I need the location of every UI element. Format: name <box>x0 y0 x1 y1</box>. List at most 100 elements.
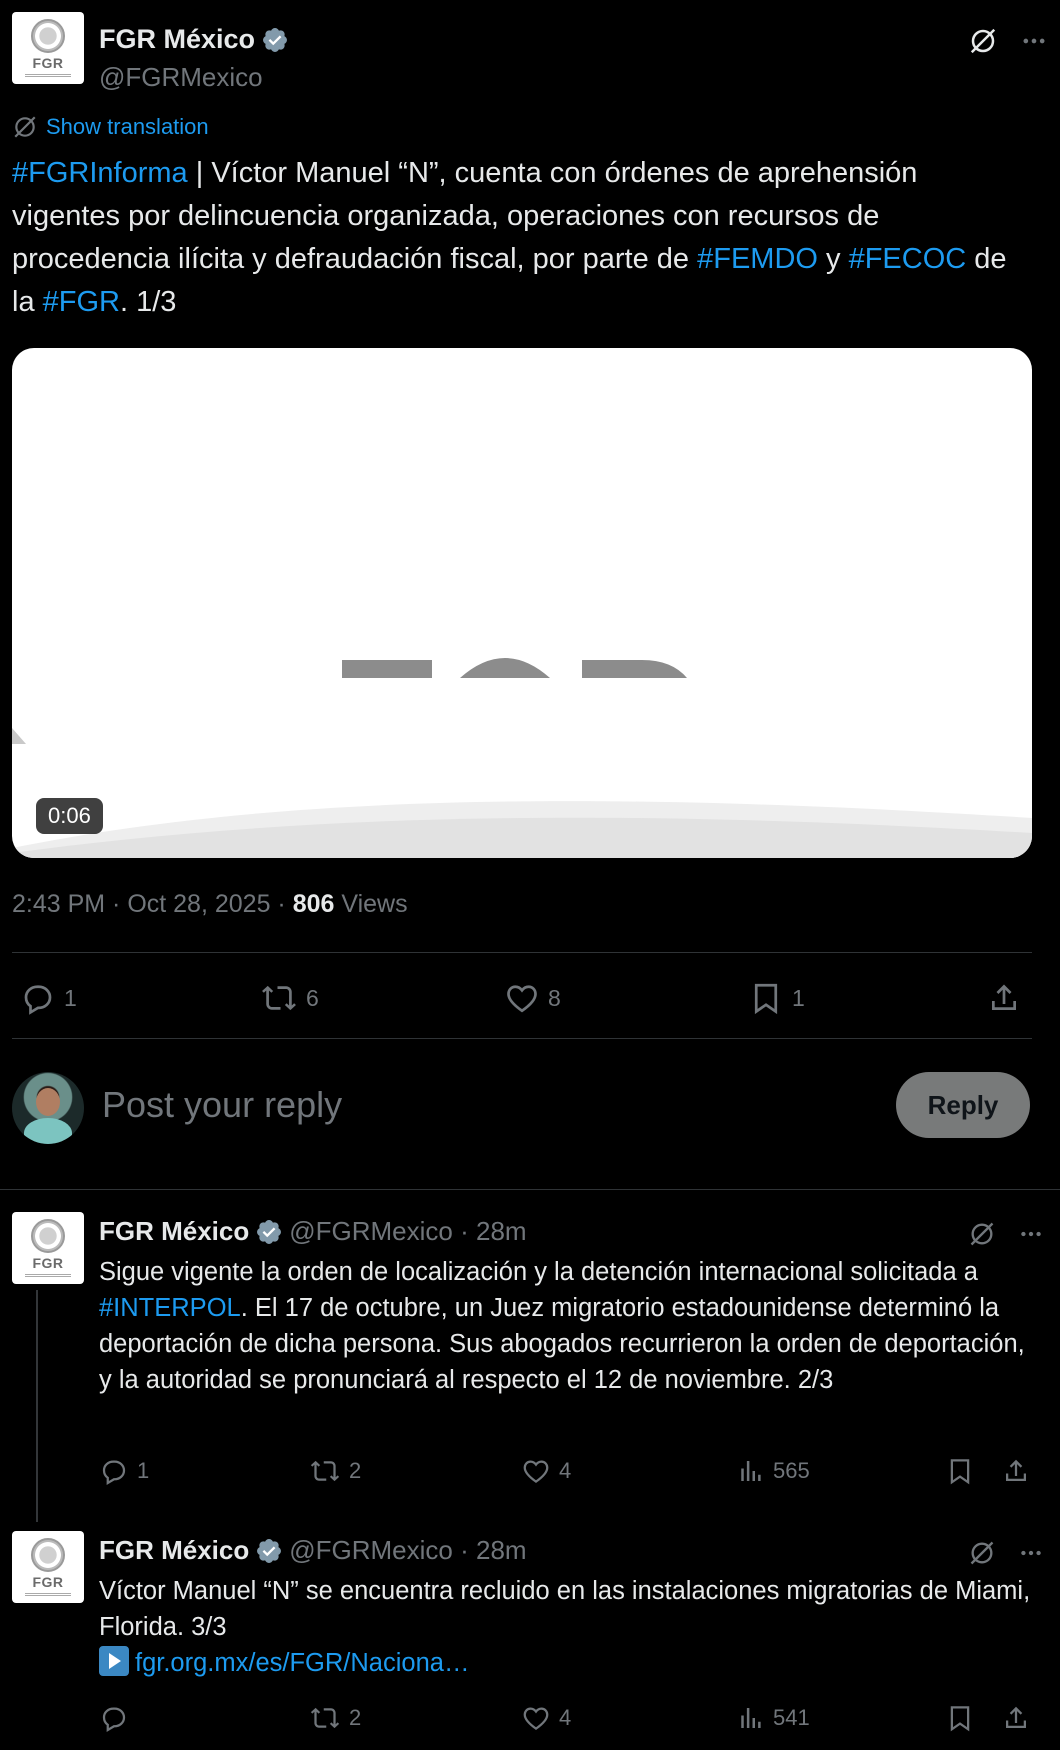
reply-input[interactable]: Post your reply <box>102 1084 342 1126</box>
tweet-timestamp[interactable]: 2:43 PM · Oct 28, 2025 · <box>12 890 293 918</box>
more-icon[interactable] <box>1020 27 1048 55</box>
author-avatar[interactable]: FGR <box>12 1212 84 1284</box>
reply-action[interactable]: 1 <box>99 1456 149 1486</box>
divider <box>12 1038 1032 1039</box>
author-name[interactable]: FGR México <box>99 24 289 55</box>
tweet-actions: 2 4 541 <box>99 1699 1044 1739</box>
author-handle[interactable]: @FGRMexico <box>99 62 263 93</box>
thread-tweet[interactable]: FGR FGR México @FGRMexico · 28m Sigue vi… <box>12 1212 1048 1512</box>
like-icon <box>523 1707 549 1730</box>
grok-icon[interactable] <box>968 1539 996 1567</box>
repost-count: 2 <box>349 1458 362 1483</box>
reply-icon <box>24 985 52 1015</box>
author-handle-time[interactable]: @FGRMexico · 28m <box>289 1535 526 1566</box>
like-icon <box>507 985 537 1013</box>
tweet-text: Víctor Manuel “N” se encuentra recluido … <box>99 1573 1044 1681</box>
repost-icon <box>310 1460 340 1482</box>
avatar-logo-subline <box>25 1274 71 1277</box>
video-fgr-logo-partial <box>342 658 687 678</box>
bookmark-icon <box>950 1459 970 1485</box>
hashtag-link[interactable]: #FGR <box>43 286 120 318</box>
avatar-logo-text: FGR <box>32 1574 64 1590</box>
reply-button[interactable]: Reply <box>896 1072 1030 1138</box>
bookmark-action[interactable] <box>945 1456 975 1486</box>
bookmark-icon <box>754 983 778 1015</box>
like-action[interactable]: 8 <box>504 980 561 1016</box>
views-label: Views <box>334 890 408 918</box>
views-icon <box>741 1461 761 1481</box>
tweet-meta: 2:43 PM · Oct 28, 2025 · 806 Views <box>12 890 408 919</box>
divider <box>12 952 1032 953</box>
reply-count: 1 <box>137 1458 150 1483</box>
verified-badge-icon <box>257 1538 282 1563</box>
bookmark-action[interactable]: 1 <box>748 980 805 1016</box>
show-translation-link[interactable]: Show translation <box>12 114 209 140</box>
hashtag-link[interactable]: #FEMDO <box>697 243 818 275</box>
reply-icon <box>102 1707 126 1732</box>
author-avatar[interactable]: FGR <box>12 12 84 84</box>
views-action[interactable]: 541 <box>735 1703 810 1733</box>
share-icon <box>1006 1459 1026 1481</box>
repost-action[interactable]: 2 <box>309 1456 361 1486</box>
views-count: 565 <box>773 1458 810 1483</box>
repost-icon <box>262 985 296 1011</box>
thread-tweet[interactable]: FGR FGR México @FGRMexico · 28m Víctor M… <box>12 1531 1048 1750</box>
video-wave-decoration <box>12 801 1032 858</box>
seal-icon <box>31 19 65 53</box>
author-avatar[interactable]: FGR <box>12 1531 84 1603</box>
more-icon[interactable] <box>1018 1540 1044 1566</box>
divider <box>0 1189 1060 1190</box>
share-action[interactable] <box>986 980 1022 1016</box>
share-action[interactable] <box>1001 1456 1031 1486</box>
share-icon <box>992 984 1016 1010</box>
tweet-text-segment: y <box>817 243 849 275</box>
like-action[interactable]: 4 <box>521 1703 571 1733</box>
reply-icon <box>102 1460 126 1485</box>
main-tweet-header: FGR FGR México @FGRMexico <box>12 12 1048 92</box>
views-count: 541 <box>773 1705 810 1730</box>
tweet-text-segment: . 1/3 <box>119 286 177 318</box>
tweet-header: FGR México @FGRMexico · 28m <box>99 1535 527 1566</box>
video-player[interactable]: 0:06 <box>12 348 1032 858</box>
hashtag-link[interactable]: #FGRInforma <box>12 157 188 189</box>
like-count: 4 <box>559 1458 572 1483</box>
seal-icon <box>31 1219 65 1253</box>
avatar-logo-text: FGR <box>32 55 64 71</box>
video-duration-badge: 0:06 <box>36 798 103 834</box>
avatar-logo-subline <box>25 1593 71 1596</box>
views-icon <box>741 1708 761 1728</box>
verified-badge-icon <box>257 1219 282 1244</box>
current-user-avatar[interactable] <box>12 1072 84 1144</box>
like-count: 4 <box>559 1705 572 1730</box>
tweet-header: FGR México @FGRMexico · 28m <box>99 1216 527 1247</box>
external-link[interactable]: fgr.org.mx/es/FGR/Naciona… <box>135 1649 469 1677</box>
translate-icon <box>14 116 36 138</box>
author-name-text[interactable]: FGR México <box>99 24 255 55</box>
repost-count: 2 <box>349 1705 362 1730</box>
views-action[interactable]: 565 <box>735 1456 810 1486</box>
grok-icon[interactable] <box>968 1220 996 1248</box>
repost-action[interactable]: 6 <box>260 980 319 1016</box>
avatar-body <box>24 1118 72 1144</box>
repost-count: 6 <box>306 984 319 1011</box>
hashtag-link[interactable]: #FECOC <box>849 243 967 275</box>
grok-icon[interactable] <box>968 26 998 56</box>
reply-count: 1 <box>64 984 77 1011</box>
tweet-text-segment: Sigue vigente la orden de localización y… <box>99 1258 978 1286</box>
verified-badge-icon <box>263 27 287 52</box>
like-action[interactable]: 4 <box>521 1456 571 1486</box>
tweet-actions: 1 2 4 565 <box>99 1452 1044 1492</box>
share-action[interactable] <box>1001 1703 1031 1733</box>
author-handle-time[interactable]: @FGRMexico · 28m <box>289 1216 526 1247</box>
reply-action[interactable] <box>99 1703 137 1733</box>
seal-icon <box>31 1538 65 1572</box>
hashtag-link[interactable]: #INTERPOL <box>99 1294 241 1322</box>
reply-action[interactable]: 1 <box>20 980 77 1016</box>
author-name[interactable]: FGR México <box>99 1216 249 1247</box>
bookmark-action[interactable] <box>945 1703 975 1733</box>
show-translation-label[interactable]: Show translation <box>46 114 209 140</box>
share-icon <box>1006 1706 1026 1728</box>
repost-action[interactable]: 2 <box>309 1703 361 1733</box>
author-name[interactable]: FGR México <box>99 1535 249 1566</box>
more-icon[interactable] <box>1018 1221 1044 1247</box>
